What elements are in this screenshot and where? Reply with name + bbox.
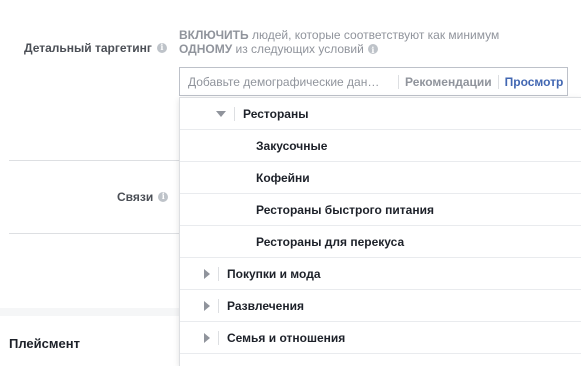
subcategory-row[interactable]: Рестораны для перекуса [180, 226, 581, 258]
category-row[interactable]: Покупки и мода [180, 258, 581, 290]
recommendations-link[interactable]: Рекомендации [405, 75, 492, 89]
category-label: Покупки и мода [227, 266, 321, 281]
chevron-right-icon[interactable] [204, 332, 210, 343]
divider [218, 330, 219, 345]
include-keyword: ВКЛЮЧИТЬ [179, 28, 249, 42]
connections-label-text: Связи [117, 190, 154, 204]
include-line1-text: людей, которые соответствуют как минимум [248, 28, 500, 42]
category-row[interactable]: Развлечения [180, 290, 581, 322]
section-divider [9, 233, 179, 234]
chevron-right-icon[interactable] [204, 300, 210, 311]
placement-title: Плейсмент [9, 336, 80, 351]
browse-link[interactable]: Просмотр [505, 75, 564, 89]
connections-label: Связи [117, 190, 169, 204]
subcategory-label: Кофейни [256, 170, 310, 185]
subcategory-label: Закусочные [256, 138, 328, 153]
subcategory-label: Рестораны для перекуса [256, 234, 405, 249]
browse-dropdown: Рестораны Закусочные Кофейни Рестораны б… [179, 97, 581, 366]
chevron-right-icon[interactable] [204, 268, 210, 279]
subcategory-label: Рестораны быстрого питания [256, 202, 434, 217]
category-label: Рестораны [243, 106, 309, 121]
detailed-targeting-search-box: Рекомендации Просмотр [179, 67, 568, 96]
section-divider [9, 160, 179, 161]
detailed-targeting-search-input[interactable] [180, 74, 392, 89]
category-label: Развлечения [227, 298, 304, 313]
divider [218, 298, 219, 313]
detailed-targeting-label: Детальный таргетинг [24, 41, 167, 55]
info-icon[interactable] [158, 191, 169, 202]
info-icon[interactable] [156, 42, 167, 53]
category-label: Семья и отношения [227, 330, 346, 345]
section-separator [0, 308, 179, 316]
subcategory-row[interactable]: Закусочные [180, 130, 581, 162]
category-row[interactable]: Семья и отношения [180, 322, 581, 354]
include-line2-text: из следующих условий [232, 42, 364, 56]
info-icon[interactable] [367, 43, 378, 57]
divider [218, 266, 219, 281]
detailed-targeting-label-text: Детальный таргетинг [24, 41, 152, 55]
divider [398, 74, 399, 89]
divider [234, 106, 235, 121]
subcategory-row[interactable]: Кофейни [180, 162, 581, 194]
include-instructions: ВКЛЮЧИТЬ людей, которые соответствуют ка… [179, 28, 569, 57]
subcategory-row[interactable]: Рестораны быстрого питания [180, 194, 581, 226]
one-keyword: ОДНОМУ [179, 42, 233, 56]
chevron-down-icon[interactable] [216, 110, 226, 117]
divider [497, 74, 499, 89]
category-row-restaurants[interactable]: Рестораны [180, 98, 581, 130]
